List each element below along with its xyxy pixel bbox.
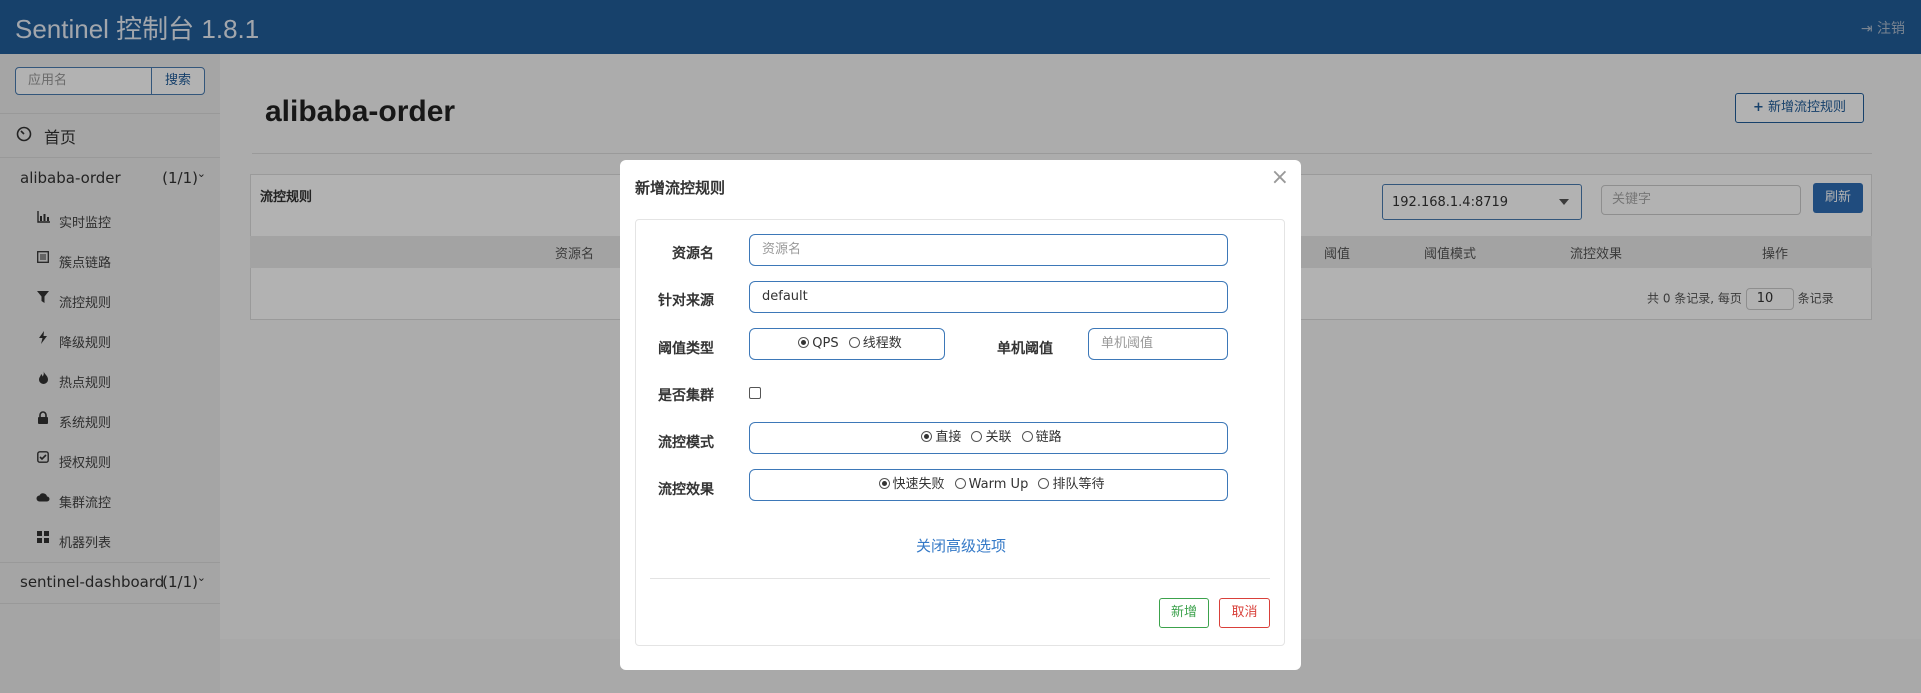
radio-label: 关联 xyxy=(985,430,1012,445)
toggle-advanced-link[interactable]: 关闭高级选项 xyxy=(636,535,1286,556)
radio-label: 直接 xyxy=(935,430,962,445)
effect-warm-up-radio[interactable] xyxy=(954,478,966,489)
resource-input[interactable]: 资源名 xyxy=(749,234,1228,266)
mode-group: 直接 关联 链路 xyxy=(749,422,1228,454)
close-icon[interactable]: × xyxy=(1271,165,1289,190)
source-label: 针对来源 xyxy=(658,293,714,309)
dialog-form: 资源名 资源名 针对来源 default 阈值类型 QPS 线程数 单机阈值 单… xyxy=(635,219,1285,646)
single-threshold-label: 单机阈值 xyxy=(997,341,1053,357)
threshold-type-qps-radio[interactable] xyxy=(798,337,810,348)
dialog-add-button[interactable]: 新增 xyxy=(1159,598,1209,628)
effect-label: 流控效果 xyxy=(658,482,714,498)
radio-label: 链路 xyxy=(1035,430,1062,445)
dialog-cancel-button[interactable]: 取消 xyxy=(1219,598,1270,628)
radio-label: 快速失败 xyxy=(892,477,945,492)
mode-direct-radio[interactable] xyxy=(921,431,933,442)
radio-label: Warm Up xyxy=(968,477,1029,492)
mode-label: 流控模式 xyxy=(658,435,714,451)
effect-fast-fail-radio[interactable] xyxy=(878,478,890,489)
cluster-label: 是否集群 xyxy=(658,388,714,404)
dialog-title: 新增流控规则 xyxy=(635,179,726,197)
add-flow-rule-dialog: 新增流控规则 × 资源名 资源名 针对来源 default 阈值类型 QPS 线… xyxy=(620,160,1301,670)
single-threshold-input[interactable]: 单机阈值 xyxy=(1088,328,1228,360)
dialog-divider xyxy=(650,578,1270,579)
cluster-checkbox[interactable] xyxy=(749,387,761,399)
mode-related-radio[interactable] xyxy=(971,431,983,442)
effect-group: 快速失败 Warm Up 排队等待 xyxy=(749,469,1228,501)
resource-label: 资源名 xyxy=(672,246,714,262)
radio-label: 线程数 xyxy=(862,336,902,351)
threshold-type-group: QPS 线程数 xyxy=(749,328,945,360)
effect-queue-radio[interactable] xyxy=(1038,478,1050,489)
radio-label: QPS xyxy=(812,336,839,351)
mode-chain-radio[interactable] xyxy=(1021,431,1033,442)
threshold-type-thread-radio[interactable] xyxy=(848,337,860,348)
threshold-type-label: 阈值类型 xyxy=(658,341,714,357)
source-input[interactable]: default xyxy=(749,281,1228,313)
radio-label: 排队等待 xyxy=(1052,477,1105,492)
